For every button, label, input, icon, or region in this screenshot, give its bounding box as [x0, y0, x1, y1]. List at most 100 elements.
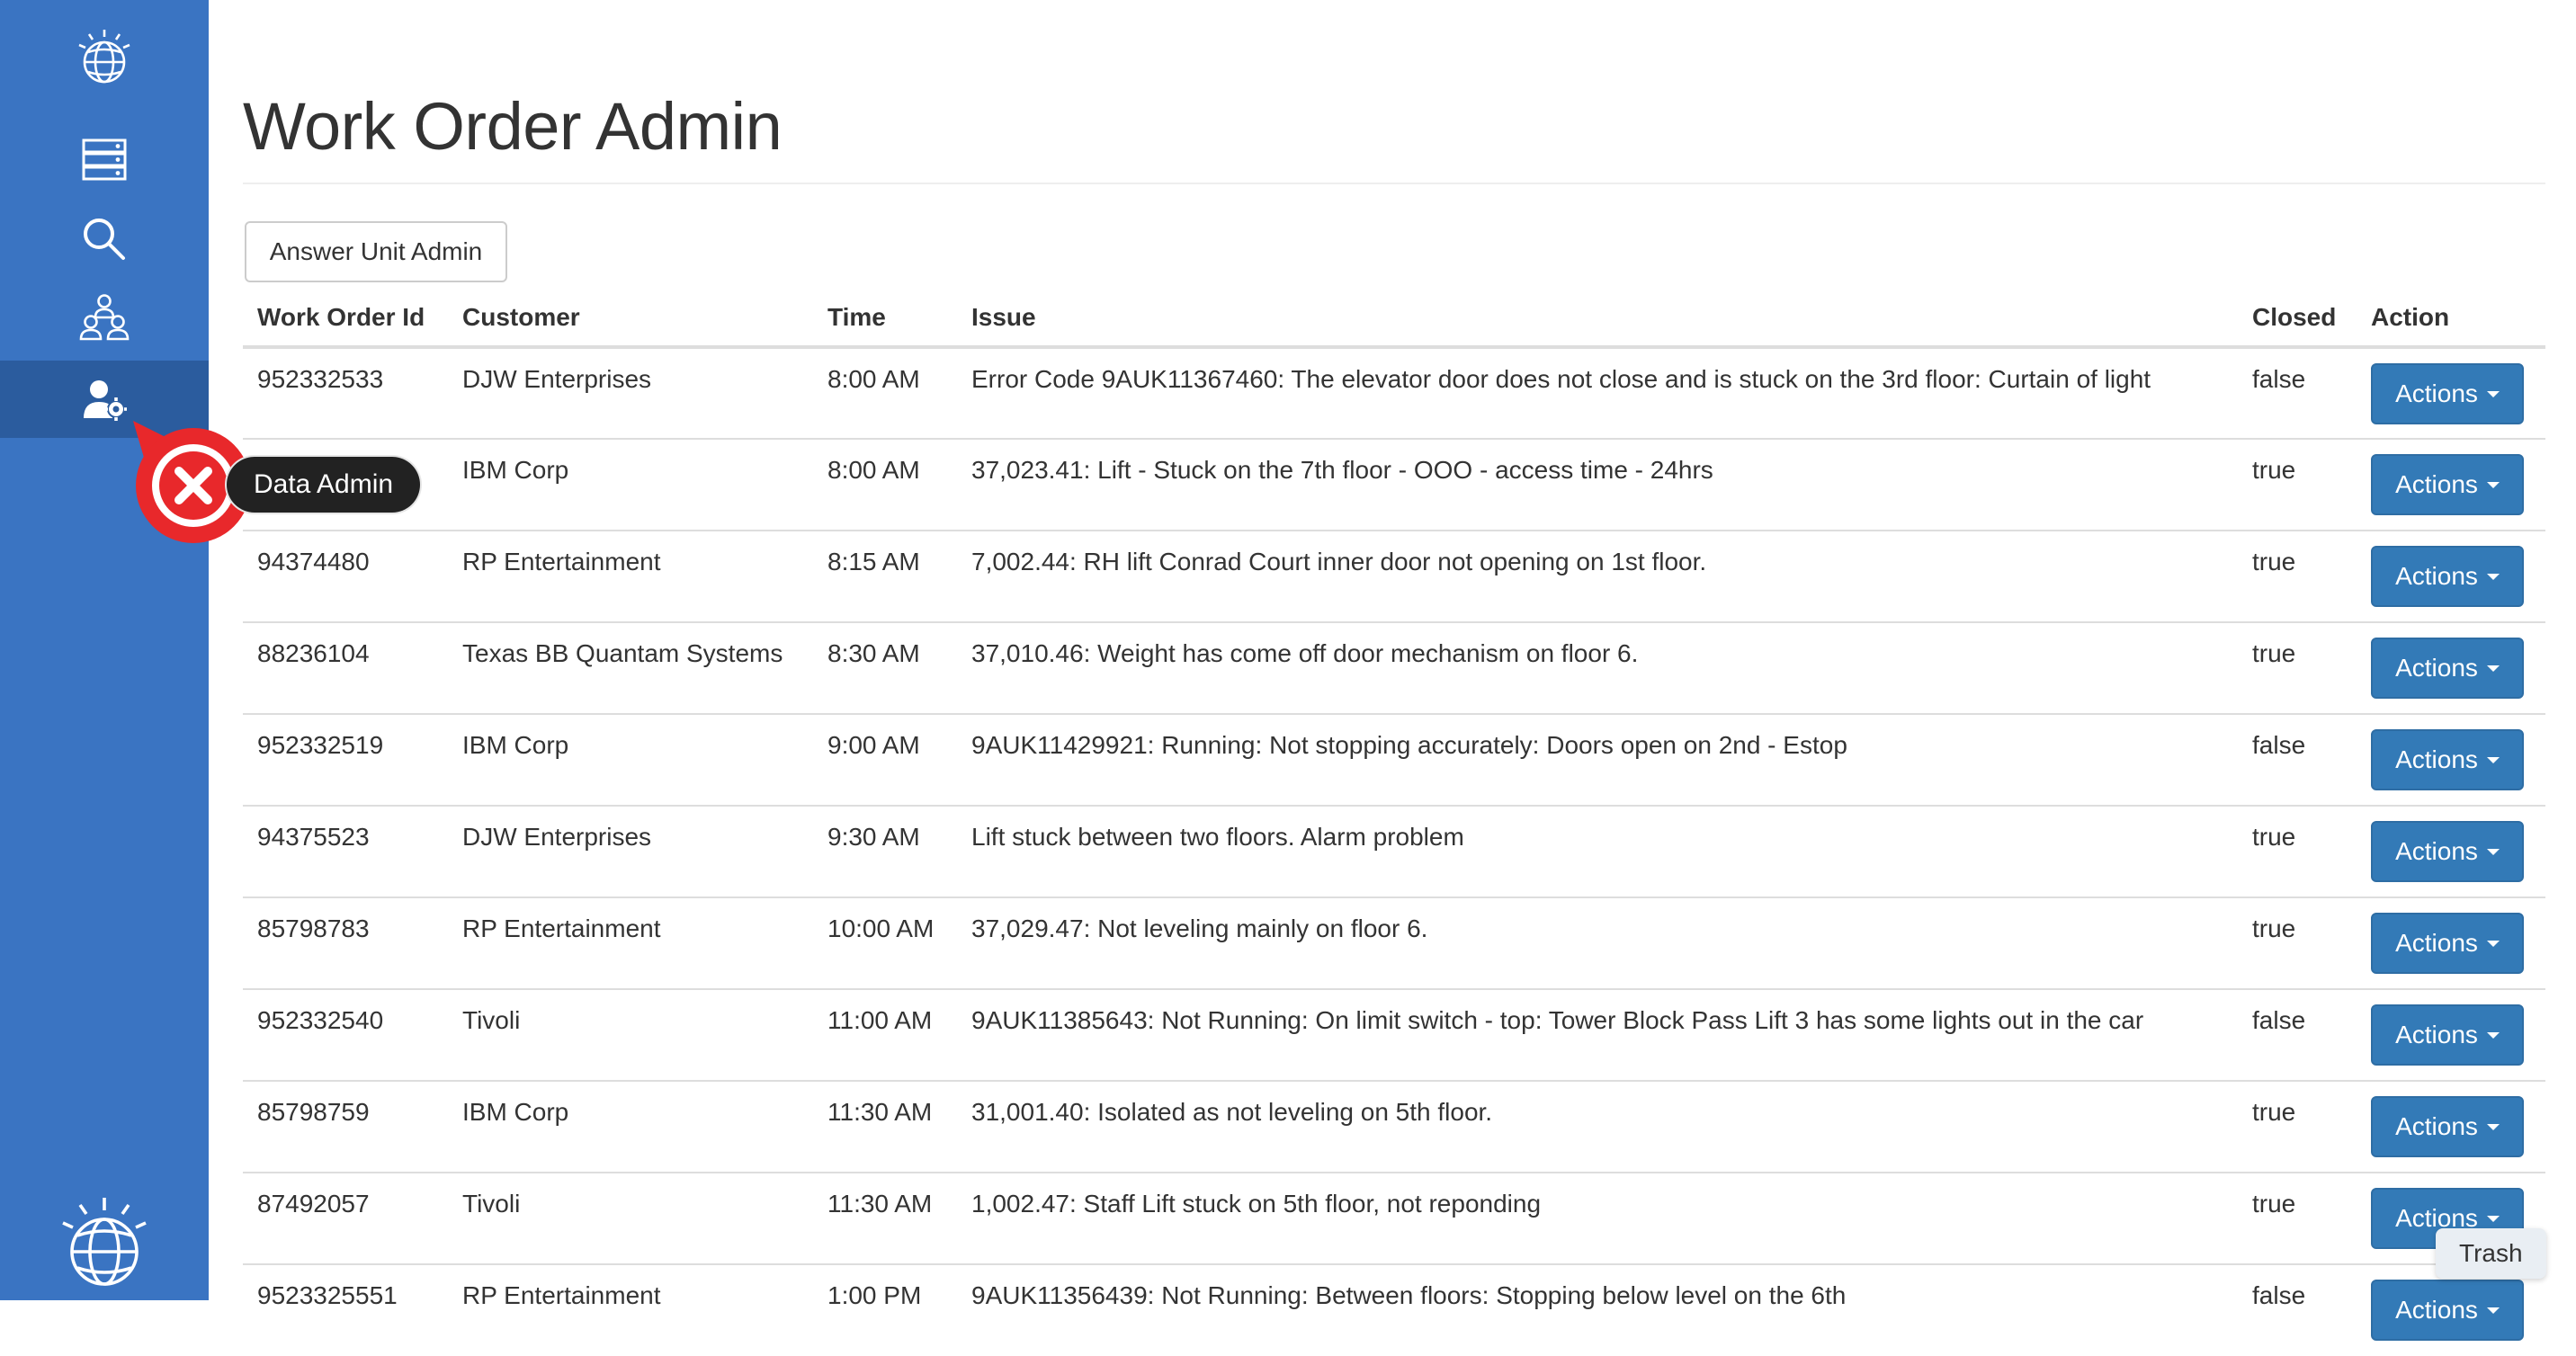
caret-down-icon [2486, 1123, 2500, 1130]
sidebar-item-data[interactable] [0, 121, 209, 199]
actions-dropdown-button[interactable]: Actions [2371, 1280, 2524, 1341]
actions-dropdown-button[interactable]: Actions [2371, 729, 2524, 790]
people-icon [79, 294, 130, 341]
cell-time: 8:00 AM [813, 346, 957, 439]
server-icon [82, 138, 127, 181]
actions-dropdown-button[interactable]: Actions [2371, 454, 2524, 515]
cell-customer: RP Entertainment [448, 1263, 813, 1356]
header-issue[interactable]: Issue [957, 290, 2238, 349]
sidebar-item-users[interactable] [0, 280, 209, 357]
cell-closed: true [2238, 897, 2357, 989]
caret-down-icon [2486, 573, 2500, 580]
sidebar-item-search[interactable] [0, 201, 209, 278]
trash-tooltip: Trash [2436, 1228, 2546, 1279]
cell-work-order-id: 952332533 [243, 346, 448, 439]
table-row: 952332540 Tivoli 11:00 AM 9AUK11385643: … [243, 988, 2545, 1081]
cell-customer: Texas BB Quantam Systems [448, 621, 813, 714]
cell-work-order-id: 94375523 [243, 805, 448, 897]
cell-customer: Tivoli [448, 988, 813, 1081]
page-title: Work Order Admin [243, 89, 783, 164]
table-row: 87492057 Tivoli 11:30 AM 1,002.47: Staff… [243, 1172, 2545, 1264]
header-work-order-id[interactable]: Work Order Id [243, 290, 448, 349]
sidebar [0, 0, 209, 1300]
cell-action: Actions [2357, 530, 2545, 622]
table-row: 52308210 IBM Corp 8:00 AM 37,023.41: Lif… [243, 438, 2545, 531]
globe-logo-icon [78, 30, 130, 84]
cell-closed: true [2238, 805, 2357, 897]
header-time[interactable]: Time [813, 290, 957, 349]
header-action: Action [2357, 290, 2545, 349]
cell-issue: 7,002.44: RH lift Conrad Court inner doo… [957, 530, 2238, 622]
actions-dropdown-button[interactable]: Actions [2371, 821, 2524, 882]
caret-down-icon [2486, 1031, 2500, 1039]
cell-action: Actions [2357, 988, 2545, 1081]
cell-time: 8:30 AM [813, 621, 957, 714]
table-row: 94375523 DJW Enterprises 9:30 AM Lift st… [243, 805, 2545, 897]
actions-dropdown-button[interactable]: Actions [2371, 546, 2524, 607]
caret-down-icon [2486, 390, 2500, 397]
cell-customer: RP Entertainment [448, 530, 813, 622]
cell-customer: IBM Corp [448, 713, 813, 806]
cell-issue: Error Code 9AUK11367460: The elevator do… [957, 346, 2238, 439]
cell-issue: 1,002.47: Staff Lift stuck on 5th floor,… [957, 1172, 2238, 1264]
table-row: 88236104 Texas BB Quantam Systems 8:30 A… [243, 621, 2545, 714]
cell-work-order-id: 87492057 [243, 1172, 448, 1264]
caret-down-icon [2486, 1307, 2500, 1314]
actions-button-label: Actions [2395, 837, 2478, 865]
data-admin-tooltip: Data Admin [227, 457, 421, 513]
cell-work-order-id: 9523325551 [243, 1263, 448, 1356]
caret-down-icon [2486, 756, 2500, 763]
table-row: 9523325551 RP Entertainment 1:00 PM 9AUK… [243, 1263, 2545, 1356]
cell-issue: 37,010.46: Weight has come off door mech… [957, 621, 2238, 714]
cell-customer: DJW Enterprises [448, 805, 813, 897]
cell-issue: 9AUK11356439: Not Running: Between floor… [957, 1263, 2238, 1356]
header-closed[interactable]: Closed [2238, 290, 2357, 349]
cell-action: Actions [2357, 1080, 2545, 1173]
cell-closed: true [2238, 1172, 2357, 1264]
cell-issue: 9AUK11429921: Running: Not stopping accu… [957, 713, 2238, 806]
actions-button-label: Actions [2395, 470, 2478, 498]
table-body: 952332533 DJW Enterprises 8:00 AM Error … [243, 346, 2545, 1356]
header-customer[interactable]: Customer [448, 290, 813, 349]
cell-closed: false [2238, 346, 2357, 439]
app-logo[interactable] [0, 18, 209, 95]
caret-down-icon [2486, 848, 2500, 855]
caret-down-icon [2486, 665, 2500, 672]
cell-time: 9:30 AM [813, 805, 957, 897]
cell-time: 11:30 AM [813, 1172, 957, 1264]
actions-dropdown-button[interactable]: Actions [2371, 1096, 2524, 1157]
cell-closed: true [2238, 530, 2357, 622]
cell-customer: Tivoli [448, 1172, 813, 1264]
cell-issue: 31,001.40: Isolated as not leveling on 5… [957, 1080, 2238, 1173]
actions-button-label: Actions [2395, 654, 2478, 682]
cell-customer: IBM Corp [448, 438, 813, 531]
cell-time: 8:15 AM [813, 530, 957, 622]
cell-action: Actions [2357, 438, 2545, 531]
actions-button-label: Actions [2395, 1021, 2478, 1048]
cell-time: 9:00 AM [813, 713, 957, 806]
actions-button-label: Actions [2395, 745, 2478, 773]
answer-unit-admin-button[interactable]: Answer Unit Admin [245, 221, 507, 282]
actions-dropdown-button[interactable]: Actions [2371, 1004, 2524, 1066]
cell-closed: true [2238, 438, 2357, 531]
actions-dropdown-button[interactable]: Actions [2371, 913, 2524, 974]
cell-time: 1:00 PM [813, 1263, 957, 1356]
cell-action: Actions [2357, 621, 2545, 714]
cell-action: Actions [2357, 713, 2545, 806]
search-icon [84, 219, 125, 260]
actions-button-label: Actions [2395, 562, 2478, 590]
main-content: Work Order Admin Answer Unit Admin Work … [243, 0, 2545, 1356]
cell-action: Actions [2357, 346, 2545, 439]
cell-closed: true [2238, 1080, 2357, 1173]
cell-time: 10:00 AM [813, 897, 957, 989]
table-row: 85798759 IBM Corp 11:30 AM 31,001.40: Is… [243, 1080, 2545, 1173]
user-gear-icon [84, 380, 127, 421]
cell-work-order-id: 952332540 [243, 988, 448, 1081]
bottom-logo[interactable] [0, 1196, 209, 1289]
actions-dropdown-button[interactable]: Actions [2371, 638, 2524, 699]
title-divider [243, 183, 2545, 184]
cell-work-order-id: 85798783 [243, 897, 448, 989]
cell-time: 11:00 AM [813, 988, 957, 1081]
actions-dropdown-button[interactable]: Actions [2371, 363, 2524, 424]
cell-closed: false [2238, 1263, 2357, 1356]
